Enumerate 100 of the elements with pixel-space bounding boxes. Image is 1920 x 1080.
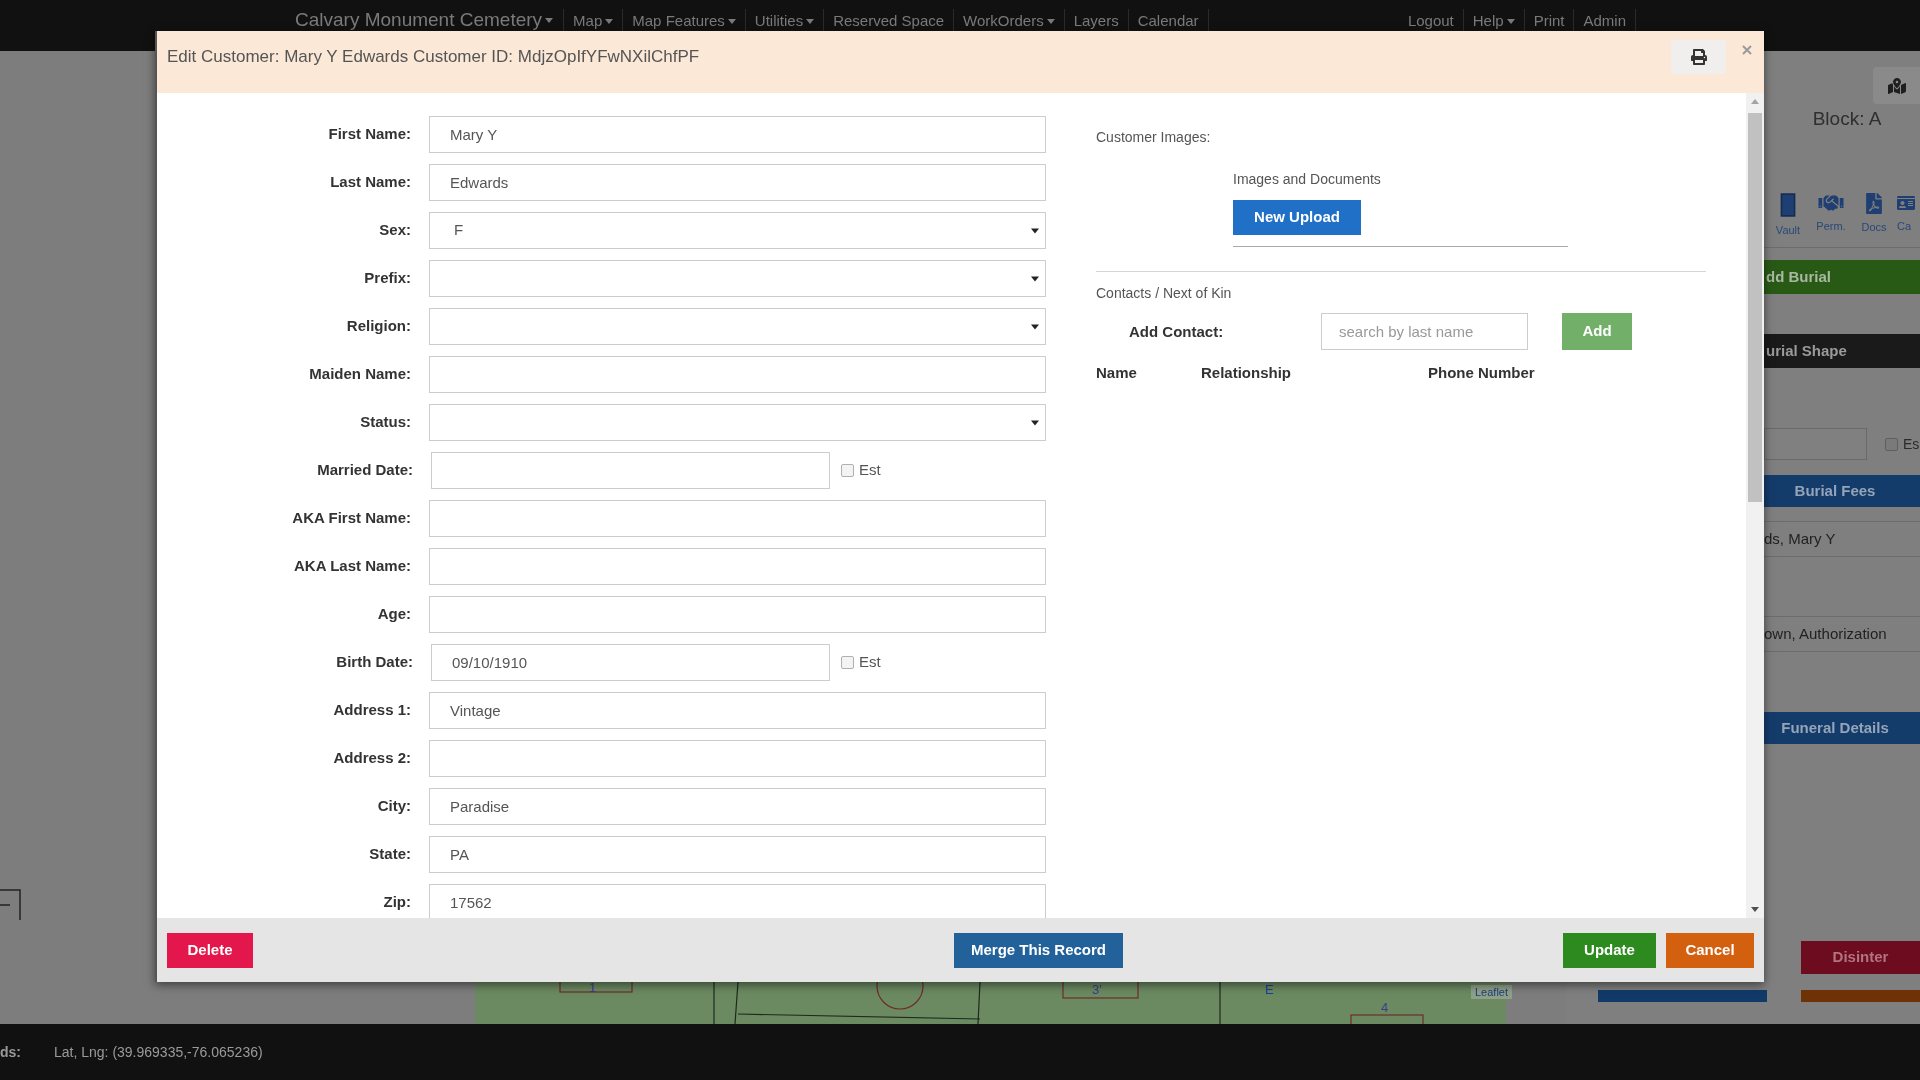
section-title: Customer Images: [1096, 128, 1211, 147]
section-header-bar: Funeral Details [1764, 712, 1920, 744]
field-label: Married Date: [317, 460, 413, 481]
caret-icon [1506, 18, 1515, 24]
text-input[interactable]: Mary Y [429, 116, 1046, 153]
caret-icon [1046, 18, 1055, 24]
checkbox[interactable] [841, 656, 854, 669]
nav-menu-link[interactable]: Print [1533, 10, 1565, 32]
scrollbar-thumb[interactable] [1748, 113, 1762, 502]
close-button[interactable] [1740, 43, 1754, 57]
block-title: Block: A [1812, 107, 1882, 131]
contact-search-input[interactable]: search by last name [1321, 313, 1528, 350]
date-input[interactable]: 09/10/1910 [431, 644, 830, 681]
text-input[interactable]: Edwards [429, 164, 1046, 201]
select-field[interactable]: F [429, 212, 1046, 249]
nav-menu-link[interactable]: Layers [1073, 10, 1119, 32]
map-button[interactable] [1873, 67, 1920, 104]
caret-icon [545, 17, 554, 23]
tool-link[interactable]: Docs [1861, 221, 1887, 234]
nav-menu-link[interactable]: Help [1472, 10, 1515, 32]
nav-menu-link[interactable]: Utilities [754, 10, 815, 32]
plot-label: 1 [589, 981, 597, 995]
tool-link[interactable]: Ca [1897, 220, 1912, 233]
nav-menu-link[interactable]: Reserved Space [833, 10, 945, 32]
delete-button[interactable]: Delete [167, 932, 253, 968]
scroll-down-icon [1751, 907, 1759, 912]
handshake-icon [1818, 193, 1844, 213]
print-button[interactable] [1671, 40, 1726, 74]
plot-label: 3' [1092, 983, 1102, 997]
column-header: Phone Number [1428, 364, 1535, 381]
section-header-bar: Burial Fees [1764, 475, 1920, 507]
caret-icon [1031, 419, 1039, 426]
field-label: AKA Last Name: [294, 556, 411, 577]
coordinates-text: Lat, Lng: (39.969335,-76.065236) [54, 1042, 263, 1062]
checkbox[interactable] [1885, 437, 1898, 451]
column-header: Name [1096, 364, 1137, 381]
add-button[interactable]: Add [1562, 313, 1632, 350]
nav-menu-link[interactable]: Map [573, 10, 614, 32]
field-label: Last Name: [330, 172, 411, 193]
tool-link[interactable]: Vault [1775, 224, 1801, 237]
nav-menu-link[interactable]: Map Features [632, 10, 736, 32]
text-input[interactable] [429, 548, 1046, 585]
caret-icon [727, 18, 736, 24]
map-outline-drawing [0, 888, 22, 922]
plot-label: E [1265, 983, 1274, 997]
tool-link[interactable]: Perm. [1816, 220, 1846, 233]
nav-menu-link[interactable]: Logout [1407, 10, 1454, 32]
status-label: ds: [0, 1042, 21, 1062]
nav-menu-link[interactable]: Calvary Monument Cemetery [295, 9, 554, 31]
text-input[interactable] [429, 740, 1046, 777]
select-field[interactable] [429, 260, 1046, 297]
caret-icon [1031, 275, 1039, 282]
vault-icon [1780, 193, 1796, 217]
action-button[interactable]: dd Burial [1764, 260, 1920, 294]
panel-header-bar: urial Shape [1764, 334, 1920, 368]
field-label: Status: [360, 412, 411, 433]
field-label: Add Contact: [1129, 322, 1224, 340]
card-icon [1897, 193, 1915, 213]
field-label: Address 1: [333, 700, 411, 721]
disinter-button[interactable]: Disinter [1801, 941, 1920, 974]
select-field[interactable] [429, 308, 1046, 345]
merge-button[interactable]: Merge This Record [954, 932, 1123, 968]
checkbox[interactable] [841, 464, 854, 477]
caret-icon [605, 18, 614, 24]
field-label: Sex: [379, 220, 411, 241]
field-label: Address 2: [333, 748, 411, 769]
caret-icon [1031, 227, 1039, 234]
date-input[interactable] [431, 452, 830, 489]
update-button[interactable]: Update [1563, 932, 1656, 968]
text-input[interactable]: 17562 [429, 884, 1046, 918]
panel-input-field[interactable] [1764, 428, 1867, 460]
field-label: Birth Date: [336, 652, 413, 673]
text-input[interactable] [429, 500, 1046, 537]
text-input[interactable]: Paradise [429, 788, 1046, 825]
checkbox-label: Est [859, 652, 881, 673]
upload-button[interactable]: New Upload [1233, 200, 1361, 235]
nav-menu-link[interactable]: WorkOrders [963, 10, 1055, 32]
field-label: Zip: [383, 892, 411, 913]
field-label: City: [377, 796, 411, 817]
checkbox-label: Es [1903, 434, 1920, 454]
column-header: Relationship [1201, 364, 1291, 381]
caret-icon [1031, 323, 1039, 330]
scrollbar[interactable] [1746, 93, 1764, 918]
panel-text: ds, Mary Y [1764, 528, 1836, 549]
images-heading: Images and Documents [1233, 170, 1381, 189]
text-input[interactable] [429, 356, 1046, 393]
nav-menu-link[interactable]: Admin [1583, 10, 1626, 32]
field-label: Age: [377, 604, 411, 625]
text-input[interactable]: Vintage [429, 692, 1046, 729]
nav-menu-link[interactable]: Calendar [1137, 10, 1199, 32]
text-input[interactable]: PA [429, 836, 1046, 873]
dialog-title: Edit Customer: Mary Y Edwards Customer ID: MdjzOpIfYFwNXilChfPF [167, 46, 700, 69]
text-input[interactable] [429, 596, 1046, 633]
plot-label: 4 [1381, 1001, 1389, 1015]
panel-text: own, Authorization [1764, 623, 1887, 644]
select-field[interactable] [429, 404, 1046, 441]
close-icon [1742, 45, 1752, 55]
cancel-button[interactable]: Cancel [1666, 932, 1754, 968]
section-title: Contacts / Next of Kin [1096, 284, 1232, 303]
attribution-link[interactable]: Leaflet [1471, 985, 1513, 999]
